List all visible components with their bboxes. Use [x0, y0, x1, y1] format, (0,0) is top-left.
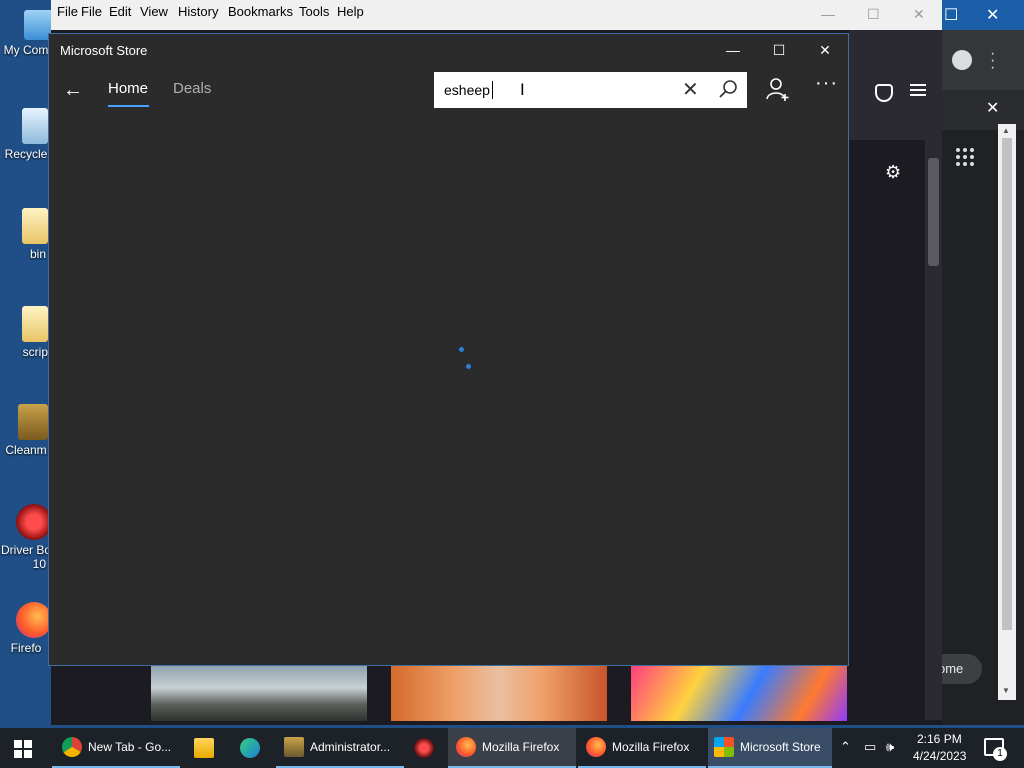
taskbar-item-driver-booster[interactable] [408, 728, 440, 768]
network-icon[interactable]: ▭ [864, 739, 876, 755]
scrollbar-thumb[interactable] [928, 158, 939, 266]
folder-icon [22, 208, 48, 244]
search-icon[interactable] [718, 79, 738, 99]
tab-home[interactable]: Home [108, 80, 148, 97]
folder-icon [22, 306, 48, 342]
apps-grid-icon[interactable] [956, 148, 974, 166]
clock-date[interactable]: 4/24/2023 [913, 749, 966, 763]
menu-history[interactable]: History [178, 4, 218, 19]
tab-deals[interactable]: Deals [173, 80, 211, 97]
volume-icon[interactable]: 🕪 [886, 739, 894, 755]
chrome-toolbar: · · · [942, 30, 1024, 90]
file-explorer-icon [194, 738, 214, 758]
desktop-icon-firefox[interactable]: Firefo [0, 602, 52, 655]
driver-booster-icon [414, 738, 434, 758]
store-icon [714, 737, 734, 757]
menu-file-0[interactable]: File [57, 4, 78, 19]
desktop-icon-cleanmgr[interactable]: Cleanm [0, 404, 52, 457]
search-box[interactable]: I ✕ [434, 72, 747, 108]
maximize-icon[interactable]: ☐ [944, 5, 958, 25]
account-add-icon[interactable] [765, 76, 791, 102]
pocket-icon[interactable] [875, 84, 893, 102]
desktop-icon-scripts-folder[interactable]: scrip [0, 306, 52, 359]
close-icon[interactable]: ✕ [913, 6, 925, 23]
selected-tab-indicator [108, 105, 149, 107]
taskbar-item-file-explorer[interactable] [186, 728, 222, 768]
menu-view[interactable]: View [140, 4, 168, 19]
desktop-icon-driver-booster[interactable]: Driver Bo 10 [0, 504, 52, 571]
firefox-icon [16, 602, 52, 638]
taskbar: New Tab - Go... Administrator... Mozilla… [0, 728, 1024, 768]
chrome-titlebar: ☐ ✕ [942, 0, 1024, 30]
close-button[interactable]: ✕ [813, 40, 837, 60]
taskbar-item-firefox-2[interactable]: Mozilla Firefox [578, 728, 706, 768]
clock-time[interactable]: 2:16 PM [917, 732, 962, 746]
scroll-down-icon[interactable]: ▼ [1002, 686, 1010, 695]
back-arrow-icon[interactable]: ← [63, 79, 83, 102]
desktop-icon-my-computer[interactable]: My Com [0, 8, 54, 57]
taskbar-item-microsoft-store[interactable]: Microsoft Store [708, 728, 832, 768]
hamburger-menu-icon[interactable] [910, 84, 926, 98]
desktop-icon-bin-folder[interactable]: bin [0, 208, 52, 261]
recycle-bin-icon [22, 108, 48, 144]
menu-file[interactable]: File [81, 4, 102, 19]
search-input[interactable] [444, 78, 674, 102]
chrome-icon [62, 737, 82, 757]
ibeam-cursor-icon: I [520, 80, 525, 99]
chevron-up-icon[interactable]: ⌃ [840, 739, 851, 755]
menu-tools[interactable]: Tools [299, 4, 329, 19]
more-vert-icon[interactable]: · · · [990, 46, 995, 76]
close-panel-icon[interactable]: ✕ [986, 98, 999, 118]
firefox-icon [456, 737, 476, 757]
more-options-icon[interactable]: ··· [815, 72, 838, 95]
scrollbar-thumb[interactable] [1002, 138, 1012, 630]
thumbnail-image-person[interactable] [391, 666, 607, 721]
thumbnail-image-river[interactable] [151, 666, 367, 721]
taskbar-item-firefox-1[interactable]: Mozilla Firefox [448, 728, 576, 768]
taskbar-item-administrator[interactable]: Administrator... [276, 728, 404, 768]
menu-edit[interactable]: Edit [109, 4, 131, 19]
taskbar-item-chrome[interactable]: New Tab - Go... [52, 728, 180, 768]
close-icon[interactable]: ✕ [986, 5, 999, 25]
firefox-icon [586, 737, 606, 757]
text-caret [492, 81, 493, 99]
edge-icon [240, 738, 260, 758]
driver-booster-icon [16, 504, 52, 540]
desktop-icon-recycle-bin[interactable]: Recycle [0, 108, 52, 161]
firefox-scrollbar[interactable] [925, 140, 942, 720]
minimize-icon[interactable]: — [821, 6, 835, 22]
clear-search-icon[interactable]: ✕ [682, 77, 699, 102]
chrome-scrollbar[interactable]: ▲ ▼ [998, 124, 1016, 700]
loading-spinner [459, 347, 479, 371]
notification-badge: 1 [993, 747, 1007, 761]
cleanmgr-icon [18, 404, 48, 440]
profile-icon[interactable] [952, 50, 972, 70]
window-title: Microsoft Store [60, 43, 148, 58]
windows-start-icon[interactable] [14, 740, 32, 758]
firefox-toolbar [849, 30, 942, 140]
gear-icon[interactable]: ⚙ [885, 162, 901, 183]
maximize-button[interactable]: ☐ [767, 40, 791, 60]
store-nav-bar: ← Home Deals I ✕ ··· [49, 70, 848, 112]
minimize-button[interactable]: — [721, 40, 745, 60]
firefox-menubar: File File Edit View History Bookmarks To… [51, 0, 942, 30]
maximize-icon[interactable]: ☐ [867, 6, 880, 23]
scroll-up-icon[interactable]: ▲ [1002, 126, 1010, 135]
thumbnail-image-comic[interactable] [631, 666, 847, 721]
microsoft-store-window: Microsoft Store — ☐ ✕ ← Home Deals I ✕ ·… [48, 33, 849, 666]
taskbar-item-edge[interactable] [232, 728, 268, 768]
menu-help[interactable]: Help [337, 4, 364, 19]
menu-bookmarks[interactable]: Bookmarks [228, 4, 293, 19]
terminal-icon [284, 737, 304, 757]
